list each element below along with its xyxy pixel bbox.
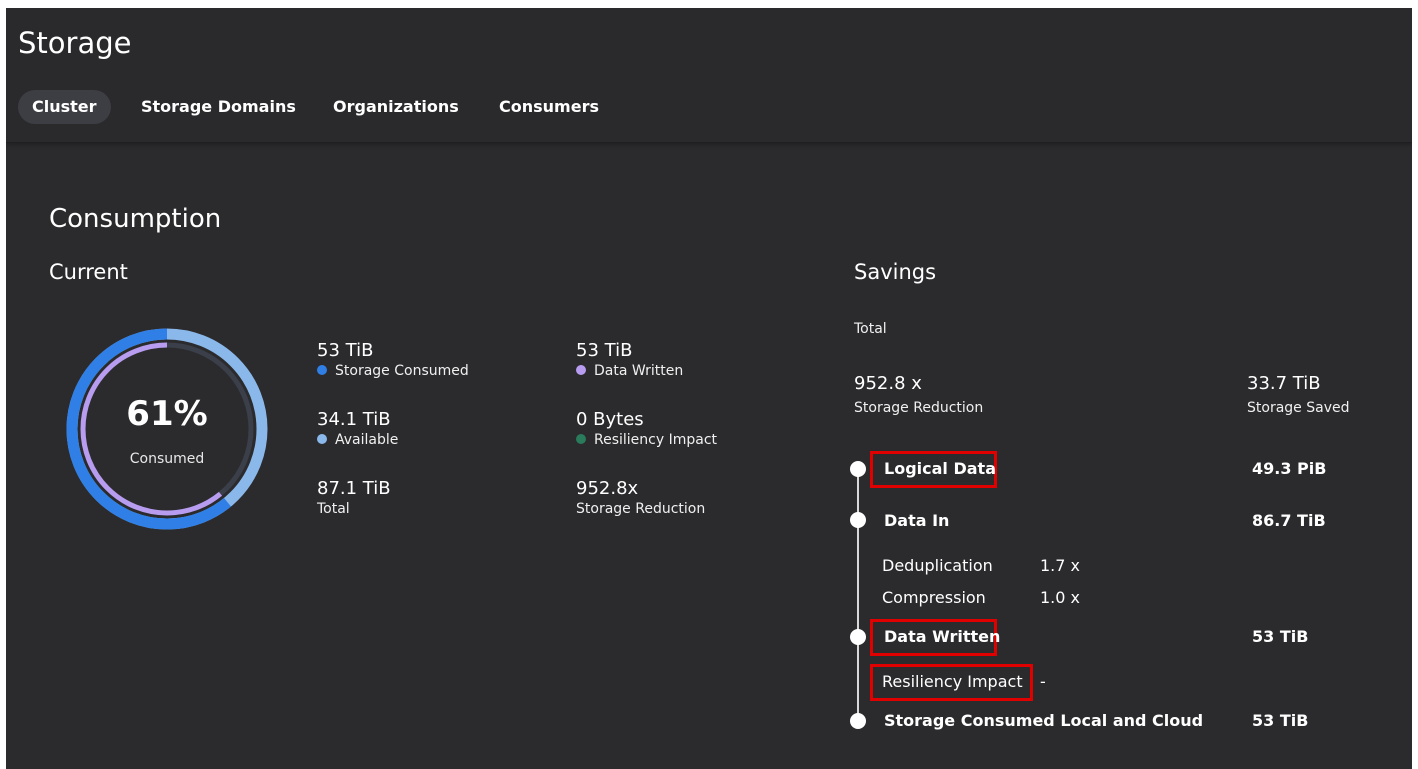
stat-label: Storage Reduction (576, 501, 706, 517)
tab-cluster[interactable]: Cluster (18, 90, 111, 124)
timeline-label-compression: Compression (882, 588, 986, 607)
timeline-value-resiliency-impact: - (1040, 672, 1046, 691)
timeline-label-resiliency-impact: Resiliency Impact (882, 672, 1023, 691)
consumption-title: Consumption (49, 204, 222, 234)
timeline-value-compression: 1.0 x (1040, 588, 1080, 607)
tab-organizations[interactable]: Organizations (319, 90, 473, 124)
timeline-label-storage-consumed: Storage Consumed Local and Cloud (884, 711, 1204, 730)
resiliency-impact-dot (576, 434, 586, 444)
savings-title: Savings (854, 260, 937, 284)
storage-app-frame: Storage Cluster Storage Domains Organiza… (6, 8, 1412, 769)
page-header: Storage Cluster Storage Domains Organiza… (6, 8, 1412, 143)
timeline-value-storage-consumed: 53 TiB (1252, 711, 1309, 730)
donut-percent: 61% (126, 394, 208, 434)
stat-value: 34.1 TiB (317, 409, 391, 430)
savings-reduction-value: 952.8 x (854, 373, 922, 394)
stat-value: 0 Bytes (576, 409, 644, 430)
timeline-node-data-in (850, 512, 866, 528)
stat-data-written: 53 TiB Data Written (576, 340, 683, 380)
page-title: Storage (18, 26, 132, 60)
timeline-value-data-written: 53 TiB (1252, 627, 1309, 646)
stat-value: 87.1 TiB (317, 478, 391, 499)
donut-label: Consumed (129, 451, 205, 467)
savings-saved-label: Storage Saved (1247, 400, 1350, 416)
stat-resiliency-impact: 0 Bytes Resiliency Impact (576, 409, 717, 449)
stat-value: 53 TiB (317, 340, 374, 361)
stat-value: 952.8x (576, 478, 639, 499)
timeline-node-data-written (850, 629, 866, 645)
stat-storage-reduction: 952.8x Storage Reduction (576, 478, 705, 518)
timeline-value-deduplication: 1.7 x (1040, 556, 1080, 575)
stat-available: 34.1 TiB Available (317, 409, 398, 449)
tab-storage-domains[interactable]: Storage Domains (127, 90, 310, 124)
tab-consumers[interactable]: Consumers (485, 90, 613, 124)
timeline-value-data-in: 86.7 TiB (1252, 511, 1326, 530)
stat-label: Total (317, 501, 350, 517)
stat-label: Available (335, 432, 399, 448)
timeline-label-data-in: Data In (884, 511, 950, 530)
stat-label: Data Written (594, 363, 684, 379)
stat-label: Resiliency Impact (594, 432, 718, 448)
stat-value: 53 TiB (576, 340, 633, 361)
timeline-value-logical-data: 49.3 PiB (1252, 459, 1327, 478)
stat-storage-consumed: 53 TiB Storage Consumed (317, 340, 469, 380)
timeline-node-storage-consumed (850, 713, 866, 729)
savings-timeline-line (857, 469, 859, 723)
stat-label: Storage Consumed (335, 363, 469, 379)
data-written-dot (576, 365, 586, 375)
timeline-label-logical-data: Logical Data (884, 459, 996, 478)
stat-total: 87.1 TiB Total (317, 478, 391, 518)
timeline-label-data-written: Data Written (884, 627, 1001, 646)
current-title: Current (49, 260, 128, 284)
storage-consumed-dot (317, 365, 327, 375)
available-dot (317, 434, 327, 444)
savings-reduction-label: Storage Reduction (854, 400, 984, 416)
savings-saved-value: 33.7 TiB (1247, 373, 1321, 394)
timeline-label-deduplication: Deduplication (882, 556, 993, 575)
timeline-node-logical-data (850, 461, 866, 477)
savings-total-label: Total (854, 321, 887, 337)
